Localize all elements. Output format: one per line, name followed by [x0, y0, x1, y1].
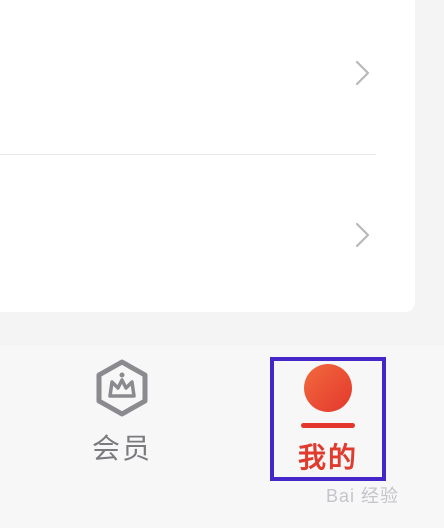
- divider: [0, 154, 376, 155]
- tab-member-label: 会员: [91, 432, 152, 465]
- profile-avatar-icon: [301, 364, 355, 428]
- list-item[interactable]: [0, 14, 415, 134]
- chevron-right-icon: [355, 60, 370, 86]
- chevron-right-icon: [355, 222, 370, 248]
- tab-mine-label: 我的: [297, 441, 358, 474]
- vip-crown-hexagon-icon: [96, 359, 148, 417]
- tab-mine[interactable]: 我的: [270, 357, 386, 481]
- settings-card: [0, 0, 415, 312]
- tab-member[interactable]: 会员: [62, 358, 182, 478]
- list-item[interactable]: [0, 176, 415, 296]
- bottom-tab-bar: 会员 我的: [0, 346, 444, 528]
- mobile-screen: 会员 我的 Bai 经验: [0, 0, 444, 528]
